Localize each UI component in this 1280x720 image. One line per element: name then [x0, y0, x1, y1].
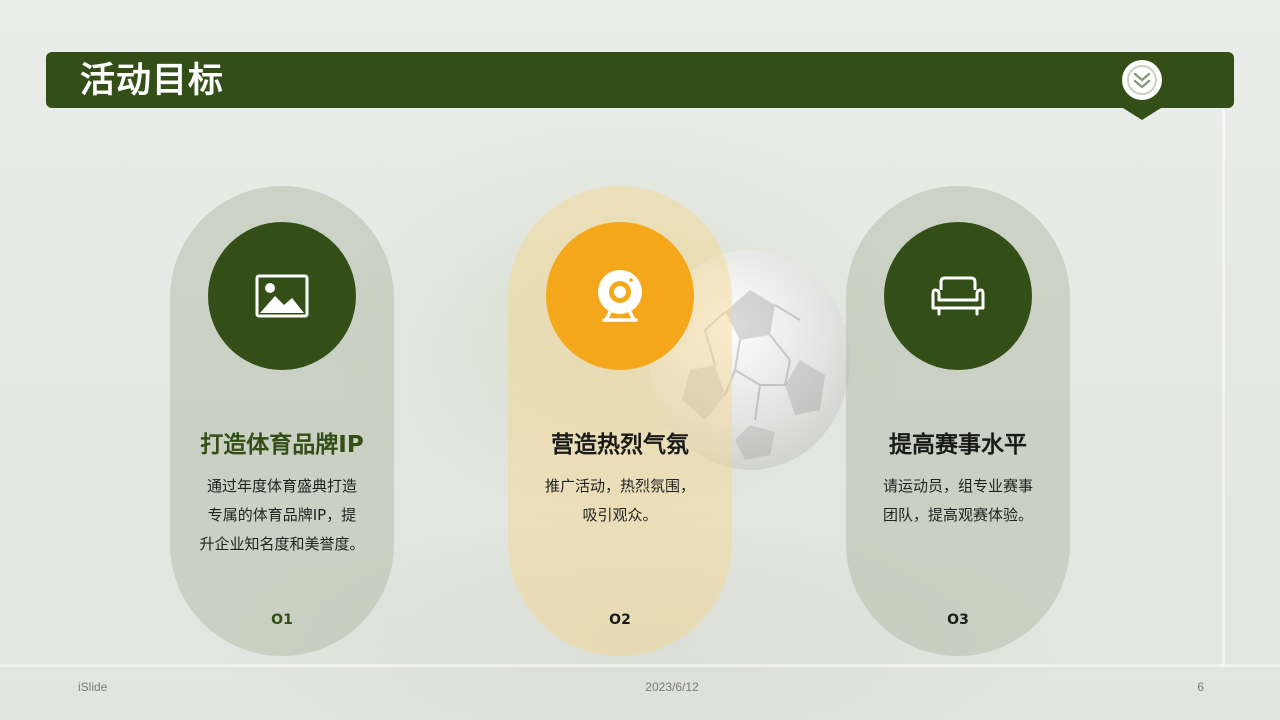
goal-description-line: 通过年度体育盛典打造 [206, 477, 357, 495]
header-badge [1122, 60, 1162, 100]
goal-description-line: 升企业知名度和美誉度。 [199, 535, 365, 553]
goal-icon-circle-3 [884, 222, 1032, 370]
goal-description-line: 推广活动，热烈氛围， [544, 477, 695, 495]
footer-page-number: 6 [1197, 680, 1204, 694]
header-bar [46, 52, 1234, 108]
goal-description-2: 推广活动，热烈氛围， 吸引观众。 [508, 472, 732, 530]
goal-description-1: 通过年度体育盛典打造 专属的体育品牌IP，提 升企业知名度和美誉度。 [170, 472, 394, 559]
footer-date: 2023/6/12 [645, 680, 699, 694]
goal-description-line: 请运动员，组专业赛事 [882, 477, 1033, 495]
webcam-icon [598, 270, 642, 322]
footer-brand: iSlide [78, 680, 108, 694]
goal-title-3: 提高赛事水平 [889, 432, 1027, 458]
goal-number-2: O2 [609, 612, 631, 628]
image-icon [255, 274, 309, 318]
goal-number-1: O1 [271, 612, 293, 628]
field-line-horizontal [0, 664, 1280, 667]
goal-description-line: 吸引观众。 [582, 506, 658, 524]
field-line-vertical [1222, 110, 1225, 666]
double-chevron-down-icon [1127, 65, 1157, 95]
goal-description-line: 团队，提高观赛体验。 [882, 506, 1033, 524]
goal-number-3: O3 [947, 612, 969, 628]
goal-title-2: 营造热烈气氛 [551, 432, 689, 458]
goal-description-line: 专属的体育品牌IP，提 [207, 506, 357, 524]
goal-description-3: 请运动员，组专业赛事 团队，提高观赛体验。 [846, 472, 1070, 530]
goal-icon-circle-1 [208, 222, 356, 370]
goal-icon-circle-2 [546, 222, 694, 370]
goal-title-1: 打造体育品牌IP [200, 432, 364, 458]
slide-title: 活动目标 [80, 61, 225, 101]
sofa-icon [931, 276, 985, 316]
header-pointer [1123, 108, 1161, 120]
